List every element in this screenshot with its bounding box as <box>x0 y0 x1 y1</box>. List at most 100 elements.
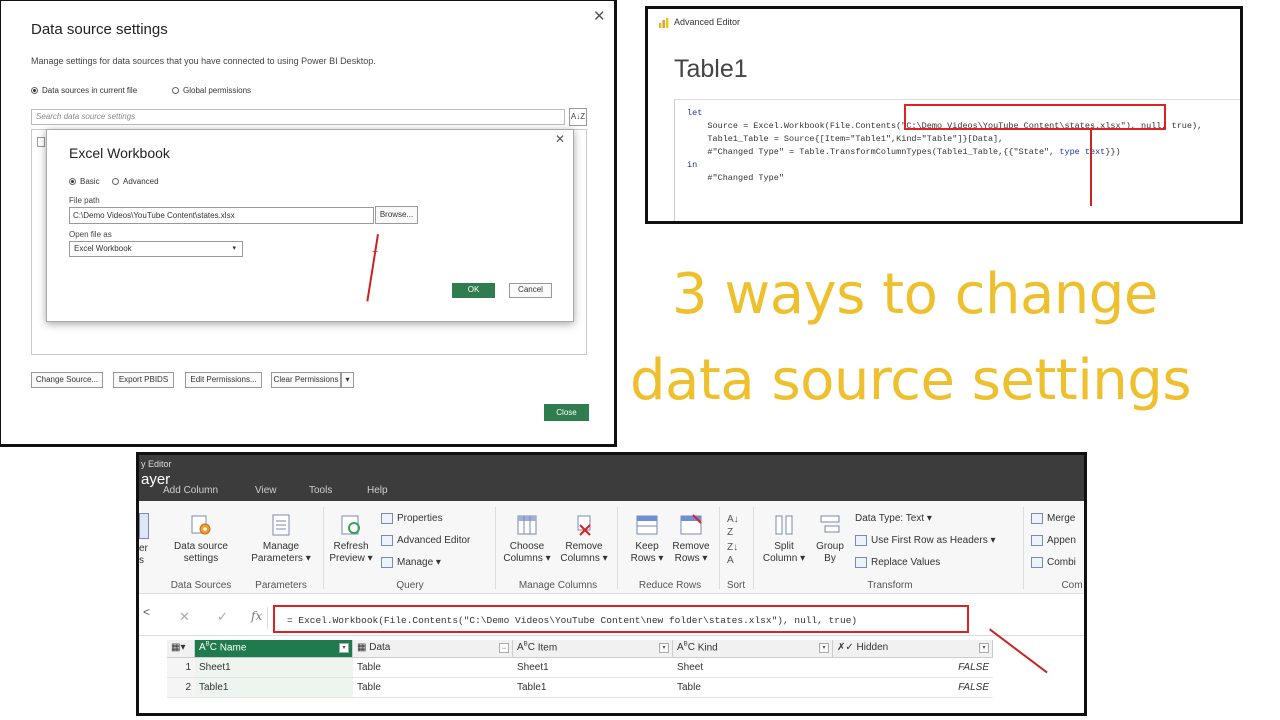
split-column-button[interactable]: Split Column ▾ <box>759 513 809 565</box>
refresh-preview-button[interactable]: Refresh Preview ▾ <box>327 513 375 565</box>
manage-button[interactable]: Manage ▾ <box>381 557 441 568</box>
radio-current-file[interactable]: Data sources in current file <box>31 86 137 95</box>
clear-permissions-button[interactable]: Clear Permissions <box>271 372 341 388</box>
window-label: Advanced Editor <box>674 17 741 27</box>
properties-icon <box>381 513 393 524</box>
ribbon-separator <box>753 507 754 589</box>
close-button[interactable]: Close <box>544 404 589 421</box>
advanced-editor-button[interactable]: Advanced Editor <box>381 535 470 546</box>
check-icon[interactable]: ✓ <box>217 609 228 625</box>
replace-icon <box>855 557 867 568</box>
collapse-queries-icon[interactable]: < <box>143 605 150 619</box>
menu-help[interactable]: Help <box>367 485 388 496</box>
merge-button[interactable]: Merge <box>1031 513 1075 524</box>
radio-basic[interactable]: Basic <box>69 177 100 186</box>
append-button[interactable]: Appen <box>1031 535 1076 546</box>
remove-columns-button[interactable]: Remove Columns ▾ <box>557 513 611 565</box>
menu-tools[interactable]: Tools <box>309 485 332 496</box>
group-label: Parameters <box>255 580 307 591</box>
remove-rows-button[interactable]: Remove Rows ▾ <box>667 513 715 565</box>
column-header-name[interactable]: ABC Name ▾ <box>195 640 353 658</box>
edit-permissions-button[interactable]: Edit Permissions... <box>185 372 262 388</box>
chevron-down-icon[interactable]: ▾ <box>979 643 989 653</box>
merge-icon <box>1031 513 1043 524</box>
headline-line-2: data source settings <box>630 348 1192 413</box>
headers-icon <box>855 535 867 546</box>
properties-button[interactable]: Properties <box>381 513 443 524</box>
use-first-row-headers-button[interactable]: Use First Row as Headers ▾ <box>855 535 996 546</box>
open-as-label: Open file as <box>69 230 112 239</box>
data-source-settings-button[interactable]: Data source settings <box>165 513 237 565</box>
chevron-down-icon[interactable]: ▾ <box>819 643 829 653</box>
data-source-item-icon <box>37 137 45 147</box>
table-cell[interactable]: FALSE <box>833 678 993 698</box>
text-type-icon: ABC <box>677 642 695 654</box>
table-cell[interactable]: Sheet1 <box>195 658 353 678</box>
cancel-button[interactable]: Cancel <box>509 283 552 298</box>
change-source-button[interactable]: Change Source... <box>31 372 103 388</box>
table-cell[interactable]: Sheet1 <box>513 658 673 678</box>
table-cell[interactable]: Table <box>673 678 833 698</box>
table-corner-icon[interactable]: ▦▾ <box>167 640 195 658</box>
ribbon-separator <box>495 507 496 589</box>
table-cell[interactable]: FALSE <box>833 658 993 678</box>
combine-button[interactable]: Combi <box>1031 557 1076 568</box>
keep-rows-button[interactable]: Keep Rows ▾ <box>623 513 671 565</box>
data-source-gear-icon <box>191 515 211 535</box>
table-cell[interactable]: Table <box>353 658 513 678</box>
remove-columns-icon <box>577 515 591 536</box>
remove-rows-icon <box>680 514 702 535</box>
manage-icon <box>381 557 393 568</box>
menu-view[interactable]: View <box>255 485 277 496</box>
column-header-hidden[interactable]: ✗✓ Hidden ▾ <box>833 640 993 658</box>
divider <box>267 607 268 629</box>
table-cell[interactable]: Table1 <box>513 678 673 698</box>
column-header-item[interactable]: ABC Item ▾ <box>513 640 673 658</box>
chevron-down-icon[interactable]: ▾ <box>659 643 669 653</box>
export-pbids-button[interactable]: Export PBIDS <box>113 372 174 388</box>
sort-icon[interactable]: A↓Z <box>569 108 587 126</box>
ribbon-clipped-button[interactable]: er s <box>139 513 151 567</box>
parameters-icon <box>272 514 290 536</box>
group-label: Query <box>396 580 424 591</box>
menu-add-column[interactable]: Add Column <box>163 485 218 496</box>
close-icon[interactable]: ✕ <box>555 132 565 146</box>
group-by-button[interactable]: Group By <box>809 513 851 565</box>
data-type-dropdown[interactable]: Data Type: Text ▾ <box>855 513 932 524</box>
power-query-editor-window: y Editor ayer Add Column View Tools Help… <box>136 452 1087 716</box>
sort-ascending-icon[interactable]: A↓ Z <box>727 513 739 539</box>
choose-columns-button[interactable]: Choose Columns ▾ <box>501 513 553 565</box>
code-line: let <box>687 108 703 118</box>
table-cell[interactable]: Table1 <box>195 678 353 698</box>
ok-button[interactable]: OK <box>452 283 495 298</box>
manage-parameters-button[interactable]: Manage Parameters ▾ <box>243 513 319 565</box>
close-icon[interactable]: ✕ <box>593 7 606 25</box>
radio-advanced[interactable]: Advanced <box>112 177 159 186</box>
chevron-down-icon[interactable]: ▾ <box>341 372 354 388</box>
file-path-label: File path <box>69 196 100 205</box>
boolean-type-icon: ✗✓ <box>837 642 854 653</box>
radio-selected-icon <box>69 178 76 185</box>
ribbon-separator <box>1023 507 1024 589</box>
keep-rows-icon <box>636 515 658 535</box>
advanced-editor-window: Advanced Editor Table1 let Source = Exce… <box>645 6 1243 224</box>
radio-global-permissions[interactable]: Global permissions <box>172 86 251 95</box>
table-cell[interactable]: Table <box>353 678 513 698</box>
refresh-icon <box>341 515 360 535</box>
ribbon-separator <box>617 507 618 589</box>
expand-icon[interactable]: ↔ <box>499 643 509 653</box>
fx-icon[interactable]: fx <box>251 609 262 623</box>
annotation-arrow <box>366 234 379 302</box>
column-header-kind[interactable]: ABC Kind ▾ <box>673 640 833 658</box>
replace-values-button[interactable]: Replace Values <box>855 557 940 568</box>
file-path-input[interactable]: C:\Demo Videos\YouTube Content\states.xl… <box>69 207 374 224</box>
chevron-down-icon[interactable]: ▾ <box>339 643 349 653</box>
column-header-data[interactable]: ▦ Data ↔ <box>353 640 513 658</box>
open-as-select[interactable]: Excel Workbook ▾ <box>69 241 243 257</box>
group-by-icon <box>820 515 840 533</box>
table-cell[interactable]: Sheet <box>673 658 833 678</box>
sort-descending-icon[interactable]: Z↓ A <box>727 541 738 567</box>
cancel-icon[interactable]: ✕ <box>179 609 190 625</box>
browse-button[interactable]: Browse... <box>375 206 418 224</box>
search-input[interactable]: Search data source settings <box>31 109 565 125</box>
